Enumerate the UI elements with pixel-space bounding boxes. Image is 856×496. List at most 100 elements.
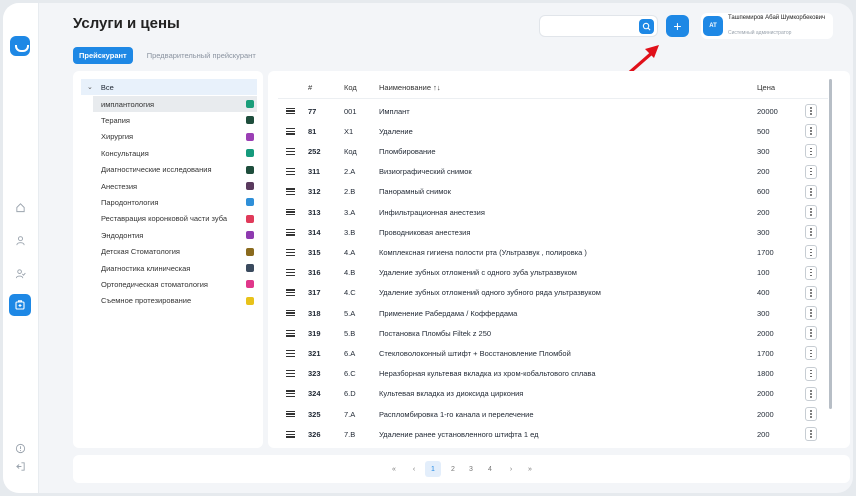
kebab-icon[interactable] <box>805 346 817 361</box>
menu-icon[interactable] <box>286 329 298 337</box>
kebab-icon[interactable] <box>805 407 817 421</box>
category-color-swatch <box>246 280 254 289</box>
table-row[interactable]: 312 2.B Панорамный снимок 600 <box>268 182 828 202</box>
logout-icon[interactable] <box>12 458 28 474</box>
menu-icon[interactable] <box>286 370 298 378</box>
service-code: X1 <box>344 126 354 136</box>
logo-icon[interactable] <box>10 36 30 56</box>
user-profile[interactable]: AT Ташпемиров Абай Шумкорбекович Системн… <box>701 13 833 39</box>
category-item[interactable]: Диагностика клиническая <box>93 260 257 276</box>
table-row[interactable]: 323 6.C Неразборная культевая вкладка из х… <box>268 364 828 384</box>
table-scrollbar[interactable] <box>829 79 832 409</box>
page-3-button[interactable]: 3 <box>464 461 478 477</box>
kebab-icon[interactable] <box>805 205 817 219</box>
services-icon[interactable] <box>9 294 31 316</box>
category-item[interactable]: Терапия <box>93 112 257 128</box>
page-4-button[interactable]: 4 <box>483 461 497 477</box>
kebab-icon[interactable] <box>805 427 817 442</box>
page-1-button[interactable]: 1 <box>425 461 441 477</box>
menu-icon[interactable] <box>286 168 298 176</box>
prev-page-button[interactable]: ‹ <box>407 461 421 477</box>
kebab-icon[interactable] <box>805 306 817 320</box>
add-service-button[interactable]: + <box>666 15 689 37</box>
category-item[interactable]: Съемное протезирование <box>93 293 257 309</box>
kebab-icon[interactable] <box>805 184 817 199</box>
kebab-icon[interactable] <box>805 366 817 381</box>
table-row[interactable]: 252 Код Пломбирование 300 <box>268 141 828 161</box>
service-price: 600 <box>757 187 770 197</box>
service-id: 77 <box>308 106 317 116</box>
service-name: Пломбирование <box>379 146 436 156</box>
header-name[interactable]: Наименование ↑↓ <box>379 83 441 92</box>
category-item[interactable]: Детская Стоматология <box>93 244 257 260</box>
category-item[interactable]: имплантология <box>93 96 257 112</box>
kebab-icon[interactable] <box>805 144 817 159</box>
menu-icon[interactable] <box>286 228 298 236</box>
table-row[interactable]: 318 5.A Применение Рабердама / Коффердама 3… <box>268 303 828 323</box>
tab-preliminary-price-list[interactable]: Предварительный прейскурант <box>141 47 262 64</box>
table-row[interactable]: 321 6.A Стекловолоконный штифт + Восстанов… <box>268 343 828 363</box>
avatar: AT <box>703 16 723 36</box>
table-row[interactable]: 326 7.B Удаление ранее установленного штиф… <box>268 424 828 444</box>
menu-icon[interactable] <box>286 188 298 196</box>
category-item[interactable]: Анестезия <box>93 178 257 194</box>
menu-icon[interactable] <box>286 208 298 216</box>
menu-icon[interactable] <box>286 410 298 418</box>
kebab-icon[interactable] <box>805 245 817 260</box>
table-row[interactable]: 314 3.B Проводниковая анестезия 300 <box>268 222 828 242</box>
category-item[interactable]: Эндодонтия <box>93 227 257 243</box>
user-icon[interactable] <box>12 232 28 248</box>
category-item[interactable]: Пародонтология <box>93 194 257 210</box>
table-row[interactable]: 324 6.D Культевая вкладка из диоксида цирк… <box>268 384 828 404</box>
table-row[interactable]: 315 4.A Комплексная гигиена полости рта (У… <box>268 242 828 262</box>
table-row[interactable]: 77 001 Имплант 20000 <box>268 101 828 121</box>
kebab-icon[interactable] <box>805 164 817 179</box>
category-item[interactable]: Ортопедическая стоматология <box>93 276 257 292</box>
service-name: Применение Рабердама / Коффердама <box>379 308 518 318</box>
first-page-button[interactable]: « <box>387 461 401 477</box>
kebab-icon[interactable] <box>805 326 817 341</box>
table-row[interactable]: 313 3.A Инфильтрационная анестезия 200 <box>268 202 828 222</box>
menu-icon[interactable] <box>286 107 298 115</box>
category-color-swatch <box>246 182 254 190</box>
kebab-icon[interactable] <box>805 124 817 139</box>
help-icon[interactable] <box>12 440 28 456</box>
table-row[interactable]: 319 5.B Постановка Пломбы Filtek z 250 2000 <box>268 323 828 343</box>
users-icon[interactable] <box>12 265 28 281</box>
page-2-button[interactable]: 2 <box>446 461 460 477</box>
menu-icon[interactable] <box>286 289 298 297</box>
next-page-button[interactable]: › <box>504 461 518 477</box>
menu-icon[interactable] <box>286 127 298 135</box>
menu-icon[interactable] <box>286 248 298 256</box>
category-item[interactable]: Консультация <box>93 145 257 161</box>
table-row[interactable]: 325 7.A Распломбировка 1-го канала и перел… <box>268 404 828 424</box>
menu-icon[interactable] <box>286 349 298 357</box>
table-row[interactable]: 317 4.C Удаление зубных отложений одного з… <box>268 283 828 303</box>
kebab-icon[interactable] <box>805 225 817 240</box>
menu-icon[interactable] <box>286 430 298 438</box>
table-row[interactable]: 311 2.A Визиографический снимок 200 <box>268 162 828 182</box>
category-item[interactable]: Реставрация коронковой части зуба <box>93 211 257 227</box>
service-code: 2.A <box>344 167 356 177</box>
home-icon[interactable] <box>12 199 28 215</box>
category-item[interactable]: Хирургия <box>93 129 257 145</box>
kebab-icon[interactable] <box>805 386 817 401</box>
service-code: 2.B <box>344 187 356 197</box>
menu-icon[interactable] <box>286 309 298 317</box>
table-row[interactable]: 316 4.B Удаление зубных отложений с одного… <box>268 263 828 283</box>
search-icon[interactable] <box>639 19 654 34</box>
menu-icon[interactable] <box>286 147 298 155</box>
kebab-icon[interactable] <box>805 285 817 300</box>
category-item[interactable]: Диагностические исследования <box>93 162 257 178</box>
kebab-icon[interactable] <box>805 265 817 280</box>
menu-icon[interactable] <box>286 269 298 277</box>
tab-price-list[interactable]: Прейскурант <box>73 47 133 64</box>
last-page-button[interactable]: » <box>523 461 537 477</box>
kebab-icon[interactable] <box>805 104 817 118</box>
service-code: 5.B <box>344 328 356 338</box>
search-input[interactable] <box>539 15 658 37</box>
table-row[interactable]: 81 X1 Удаление 500 <box>268 121 828 141</box>
category-all[interactable]: ⌄ Все <box>81 79 257 95</box>
service-id: 318 <box>308 308 321 318</box>
menu-icon[interactable] <box>286 390 298 398</box>
